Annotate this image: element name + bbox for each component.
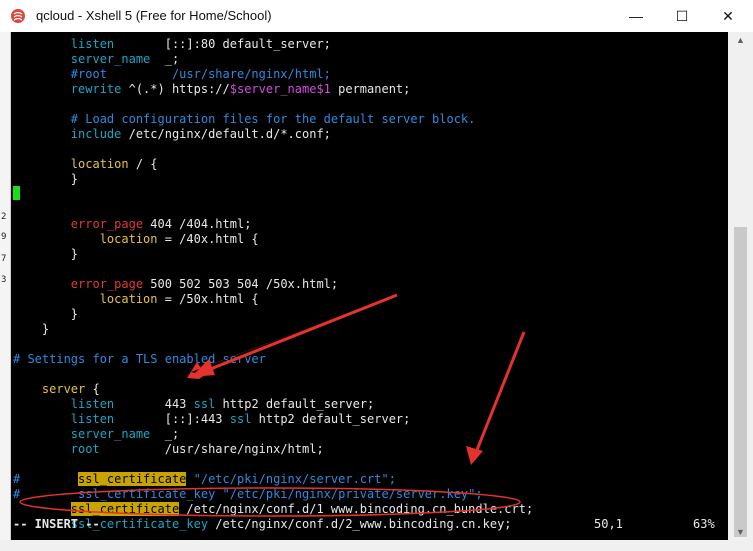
code-token: _; [150,427,180,441]
terminal-area[interactable]: ssl_certificate_key /etc/nginx/conf.d/2_… [11,32,728,540]
code-line: ssl_certificate /etc/nginx/conf.d/1_www.… [13,502,533,517]
code-token: ssl_certificate [78,472,187,486]
code-token: } [41,322,50,336]
cursor-position: 50,1 [594,517,623,531]
code-token: 404 /404.html; [143,217,252,231]
code-token: server_name [70,52,151,66]
xshell-logo-icon [11,9,25,23]
maximize-icon: ☐ [675,7,689,24]
minimize-icon: — [629,8,643,24]
code-token: ssl [193,397,216,411]
gutter-number: 2 [1,212,7,222]
code-line: listen [::]:443 ssl http2 default_server… [13,412,411,427]
code-line: location = /40x.html { [13,232,259,247]
left-side-panel: 2 9 7 3 [0,32,11,551]
code-token: 443 [114,397,194,411]
code-token: error_page [70,217,144,231]
code-token: } [70,247,79,261]
code-line: include /etc/nginx/default.d/*.conf; [13,127,331,142]
maximize-button[interactable]: ☐ [659,0,705,32]
code-token: /etc/nginx/default.d/*.conf; [121,127,331,141]
code-token: http2 default_server; [251,412,411,426]
code-token: location [99,232,158,246]
vertical-scrollbar[interactable]: ▲ ▼ [728,32,753,540]
code-token: "/etc/pki/nginx/server.crt"; [186,472,396,486]
bottom-border [0,540,753,551]
code-line: error_page 500 502 503 504 /50x.html; [13,277,338,292]
code-line: location = /50x.html { [13,292,259,307]
code-token: $server_name$1 [229,82,331,96]
code-token: server_name [70,427,151,441]
code-token: listen [70,37,115,51]
code-line: server_name _; [13,427,179,442]
code-token: = /50x.html { [157,292,259,306]
code-line: listen 443 ssl http2 default_server; [13,397,374,412]
code-token: # ssl_certificate_key "/etc/pki/nginx/pr… [13,487,483,501]
code-line: location / { [13,157,158,172]
code-token: listen [70,397,115,411]
code-token: / { [128,157,158,171]
code-line: # ssl_certificate_key "/etc/pki/nginx/pr… [13,487,483,502]
code-line: } [13,322,49,337]
scroll-percent: 63% [693,517,715,531]
code-token: location [70,157,129,171]
code-line: rewrite ^(.*) https://$server_name$1 per… [13,82,411,97]
code-token: listen [70,412,115,426]
window-title: qcloud - Xshell 5 (Free for Home/School) [36,8,272,23]
code-token: _; [150,52,180,66]
code-token: } [70,172,79,186]
minimize-button[interactable]: — [613,0,659,32]
code-token: #root /usr/share/nginx/html; [70,67,331,81]
gutter-number: 9 [1,232,7,242]
code-token: rewrite [70,82,122,96]
code-token: include [70,127,122,141]
code-token: [::]:443 [114,412,230,426]
code-token: ssl [229,412,252,426]
gutter-number: 7 [1,254,7,264]
code-line: error_page 404 /404.html; [13,217,252,232]
code-token: /usr/share/nginx/html; [99,442,324,456]
code-token: [::]:80 default_server; [114,37,331,51]
scroll-down-icon[interactable]: ▼ [728,524,753,540]
scroll-thumb[interactable] [734,227,747,537]
title-bar: qcloud - Xshell 5 (Free for Home/School)… [0,0,753,32]
code-line: # Settings for a TLS enabled server [13,352,266,367]
code-token: ^(.*) https:// [121,82,230,96]
code-token: # [13,472,79,486]
code-token: # Load configuration files for the defau… [70,112,476,126]
vim-status-line: -- INSERT -- 50,1 63% [13,516,726,532]
code-line: } [13,172,78,187]
red-arrow-2-head-icon [466,446,483,465]
code-line: } [13,307,78,322]
close-button[interactable]: ✕ [705,0,751,32]
code-token: 500 502 503 504 /50x.html; [143,277,339,291]
code-line: } [13,247,78,262]
code-token: root [70,442,100,456]
code-line: root /usr/share/nginx/html; [13,442,324,457]
code-token: location [99,292,158,306]
code-line: # Load configuration files for the defau… [13,112,476,127]
code-token: ssl_certificate [70,502,180,516]
gutter-number: 3 [1,275,7,285]
text-cursor [13,186,20,200]
vim-mode: -- INSERT -- [13,517,100,531]
code-token: error_page [70,277,144,291]
code-line: server { [13,382,100,397]
code-token: # Settings for a TLS enabled server [13,352,266,366]
xshell-window: qcloud - Xshell 5 (Free for Home/School)… [0,0,753,551]
code-token: permanent; [330,82,411,96]
code-line: server_name _; [13,52,179,67]
close-icon: ✕ [722,7,734,24]
code-token: { [85,382,100,396]
code-line: listen [::]:80 default_server; [13,37,331,52]
scroll-up-icon[interactable]: ▲ [728,32,753,48]
code-token: } [70,307,79,321]
code-token: server [41,382,86,396]
code-token: = /40x.html { [157,232,259,246]
code-line: # ssl_certificate "/etc/pki/nginx/server… [13,472,396,487]
code-token: http2 default_server; [215,397,375,411]
code-token: /etc/nginx/conf.d/1_www.bincoding.cn_bun… [179,502,534,516]
code-line: #root /usr/share/nginx/html; [13,67,331,82]
